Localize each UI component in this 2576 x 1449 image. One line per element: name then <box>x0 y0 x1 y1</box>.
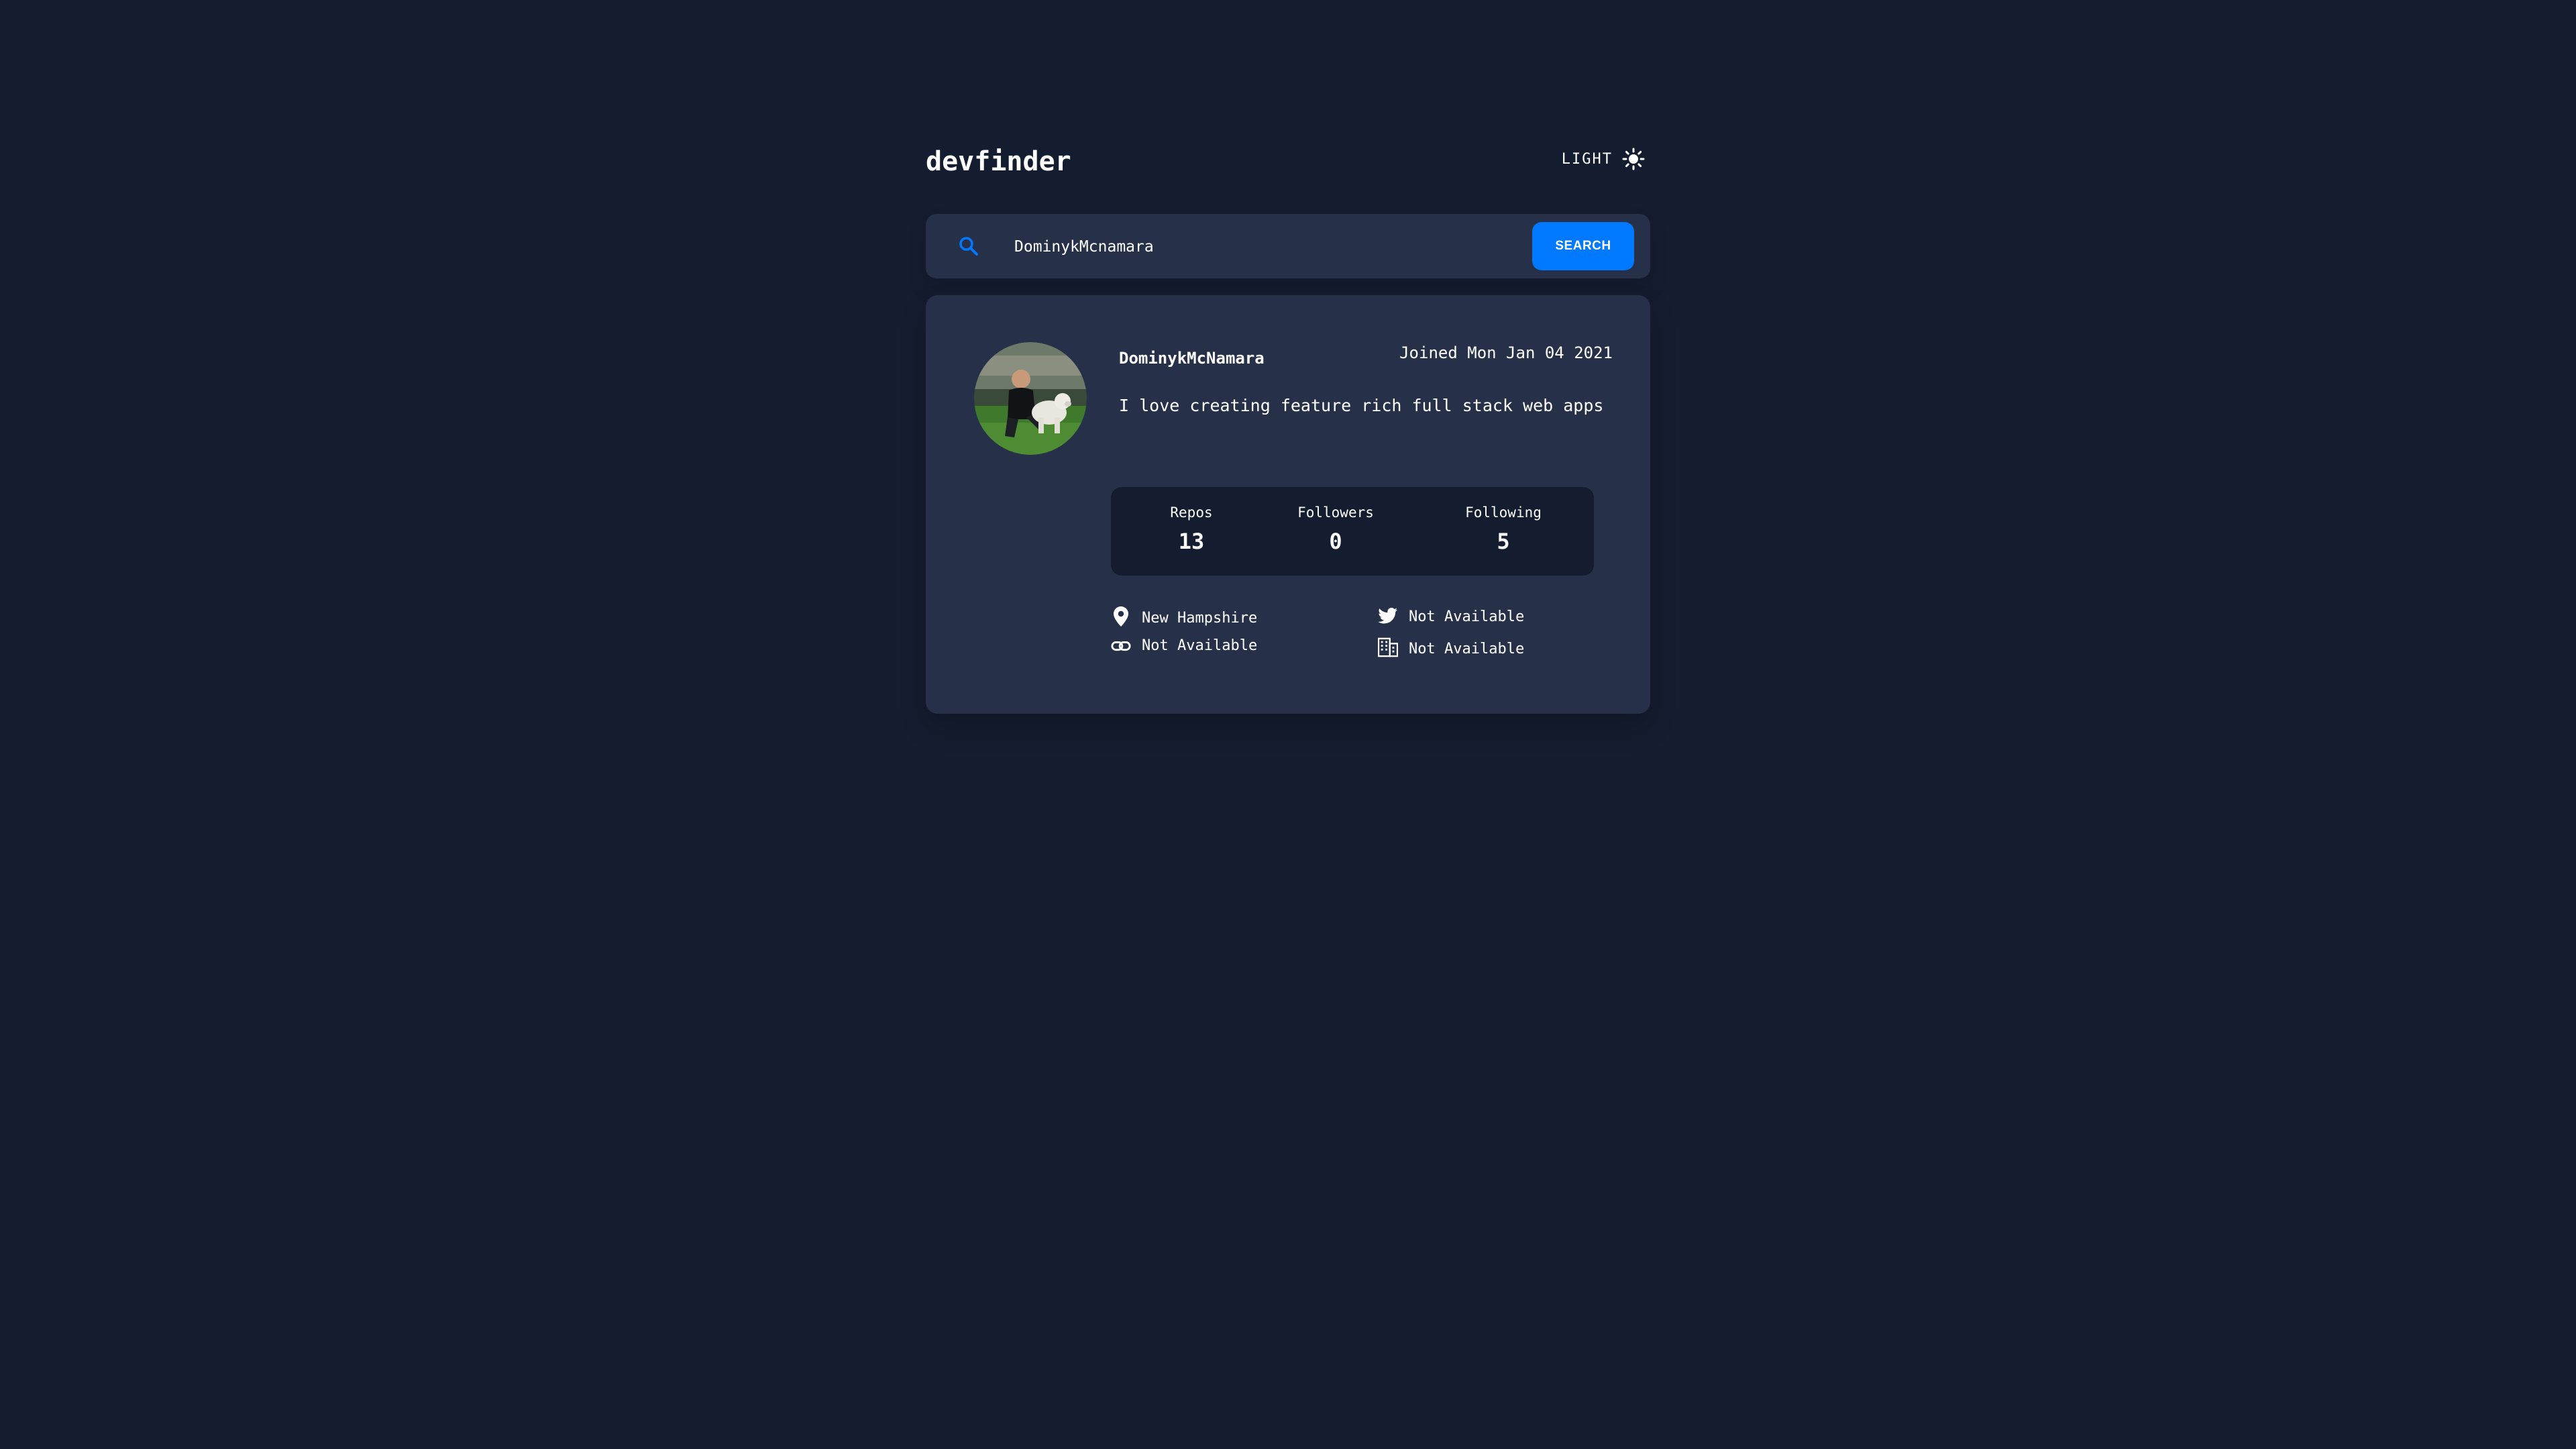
bio: I love creating feature rich full stack … <box>1119 396 1604 415</box>
company-text: Not Available <box>1409 641 1525 657</box>
profile-links: New Hampshire Not Available Not Availabl… <box>1111 606 1621 680</box>
avatar <box>974 342 1087 455</box>
stat-value: 13 <box>1178 529 1205 554</box>
search-input[interactable] <box>1013 230 1432 264</box>
stat-label: Repos <box>1170 504 1213 521</box>
link-twitter[interactable]: Not Available <box>1378 606 1524 625</box>
theme-toggle-label: LIGHT <box>1561 150 1613 168</box>
theme-toggle-button[interactable]: LIGHT <box>1562 148 1645 170</box>
twitter-icon <box>1378 606 1398 625</box>
stat-following: Following 5 <box>1456 504 1550 554</box>
stat-repos: Repos 13 <box>1158 504 1225 554</box>
stats-panel: Repos 13 Followers 0 Following 5 <box>1111 487 1594 576</box>
stat-value: 5 <box>1497 529 1510 554</box>
search-bar: SEARCH <box>926 214 1650 278</box>
location-pin-icon <box>1111 606 1131 627</box>
link-blog[interactable]: Not Available <box>1111 637 1257 654</box>
app-logo: devfinder <box>926 146 1071 177</box>
search-button[interactable]: SEARCH <box>1532 222 1634 270</box>
stat-label: Following <box>1465 504 1542 521</box>
sun-icon <box>1622 148 1645 170</box>
link-location: New Hampshire <box>1111 606 1257 627</box>
link-icon <box>1111 639 1131 654</box>
search-icon <box>958 235 979 260</box>
stat-value: 0 <box>1329 529 1342 554</box>
stat-followers: Followers 0 <box>1289 504 1383 554</box>
building-icon <box>1378 637 1398 657</box>
blog-text: Not Available <box>1142 637 1258 654</box>
app-container: devfinder LIGHT DominykMcnamara SEARCH D… <box>926 134 1650 714</box>
header: devfinder LIGHT <box>926 134 1650 195</box>
joined-date: Joined Mon Jan 04 2021 <box>1399 343 1613 362</box>
username: DominykMcNamara <box>1119 349 1265 368</box>
link-company: Not Available <box>1378 637 1524 657</box>
stat-label: Followers <box>1297 504 1374 521</box>
location-text: New Hampshire <box>1142 610 1258 627</box>
twitter-text: Not Available <box>1409 608 1525 625</box>
profile-card: DominykMcNamara Joined Mon Jan 04 2021 I… <box>926 295 1650 714</box>
